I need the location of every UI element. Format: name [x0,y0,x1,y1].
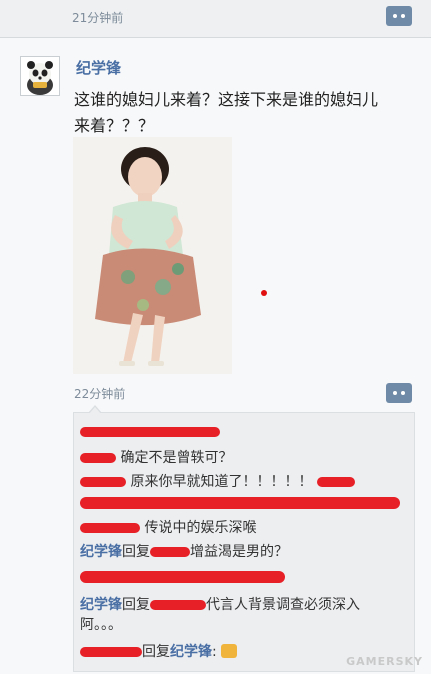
more-options-icon [393,391,397,395]
comment-4[interactable]: 纪学锋回复 增益渴是男的？ [80,541,288,561]
redacted-username [150,547,190,557]
redacted-comment [80,571,285,583]
redacted-username [80,647,142,657]
post-photo[interactable] [73,137,232,374]
post-more-options-button[interactable] [386,383,412,403]
post-timestamp: 22分钟前 [74,387,126,401]
watermark: GAMERSKY [346,655,423,668]
redacted-username [80,523,140,533]
comment-1[interactable]: 确定不是曾轶可？ [80,447,232,467]
post-username[interactable]: 纪学锋 [76,57,121,78]
post-text-line-2: 来着？？？ [74,116,155,135]
comment-2[interactable]: 原来你早就知道了！！！！！ [80,471,355,491]
comment-text: 代言人背景调查必须深入 [206,597,360,613]
comment-3[interactable]: 传说中的娱乐深喉 [80,517,256,537]
comment-text: 确定不是曾轶可？ [120,450,233,466]
comment-username[interactable]: 纪学锋 [80,597,122,613]
comment-username[interactable]: 纪学锋 [80,544,122,560]
comment-text-continued: 阿。。。 [80,617,122,633]
redacted-mark [316,477,355,487]
reply-label: 回复 [142,644,170,660]
redacted-mark [80,427,220,437]
comment-5[interactable]: 纪学锋回复 代言人背景调查必须深入 阿。。。 [80,595,360,635]
thumbs-up-icon [221,644,238,658]
previous-post-timestamp: 21分钟前 [72,11,124,25]
post-text-line-1: 这谁的媳妇儿来着？这接下来是谁的媳妇儿 [74,90,379,109]
redacted-username [80,477,126,487]
post-text: 这谁的媳妇儿来着？这接下来是谁的媳妇儿 来着？？？ [74,87,414,139]
comment-username[interactable]: 纪学锋 [170,644,212,660]
panda-avatar [21,57,59,95]
comment-text: 原来你早就知道了！！！！！ [130,474,313,490]
more-options-icon [393,14,397,18]
reply-label: 回复 [122,597,150,613]
red-dot-mark [261,290,267,296]
comment-6[interactable]: 回复纪学锋: [80,641,238,661]
comment-text: 增益渴是男的？ [190,544,288,560]
more-options-button[interactable] [386,6,412,26]
redacted-comment [80,497,400,509]
redacted-username [150,600,206,610]
woman-photo-image [73,137,232,374]
redacted-username [80,453,116,463]
reply-label: 回复 [122,544,150,560]
comment-text: 传说中的娱乐深喉 [144,520,257,536]
avatar[interactable] [20,56,60,96]
comment-colon: : [212,644,217,660]
comment-list: 确定不是曾轶可？ 原来你早就知道了！！！！！ 传说中的娱乐深喉 纪学锋回复 增益渴… [73,405,415,672]
